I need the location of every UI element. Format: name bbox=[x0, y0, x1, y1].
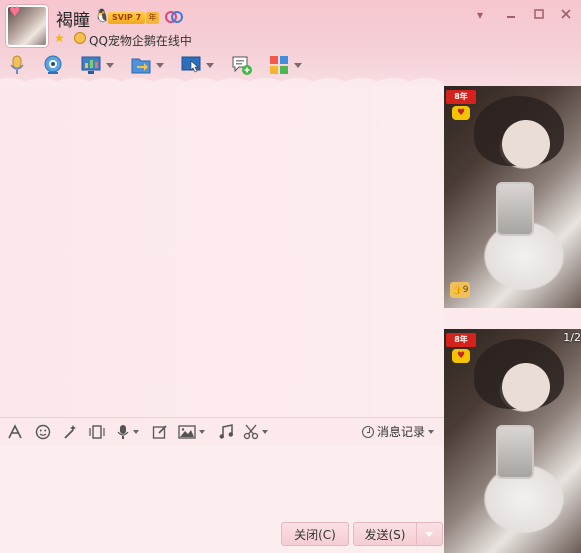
message-history-area[interactable] bbox=[0, 86, 444, 417]
show-photo[interactable]: 8年 ♥ 👍9 bbox=[444, 86, 581, 308]
decorative-clouds bbox=[0, 78, 444, 86]
maximize-icon[interactable] bbox=[531, 8, 547, 22]
magic-button[interactable] bbox=[62, 423, 78, 441]
chevron-down-icon[interactable] bbox=[133, 430, 139, 434]
apps-grid-icon bbox=[270, 56, 288, 74]
image-icon bbox=[178, 425, 196, 439]
screen-cursor-icon bbox=[181, 56, 201, 73]
page-indicator: 1/2 bbox=[563, 331, 581, 344]
photo-face bbox=[502, 363, 550, 411]
font-icon bbox=[8, 424, 22, 439]
couple-link-icon[interactable] bbox=[164, 10, 184, 24]
years-badge: 8年 bbox=[446, 90, 476, 104]
photo-face bbox=[502, 120, 550, 168]
chevron-down-icon[interactable] bbox=[206, 62, 214, 68]
history-label: 消息记录 bbox=[377, 425, 426, 439]
send-options-dropdown[interactable] bbox=[417, 522, 443, 546]
music-button[interactable] bbox=[218, 423, 234, 441]
emoji-button[interactable] bbox=[35, 423, 51, 441]
send-file-button[interactable] bbox=[130, 52, 164, 78]
qq-penguin-icon[interactable]: 🐧 bbox=[94, 9, 110, 25]
year-badge[interactable]: 年 bbox=[146, 12, 159, 24]
remote-desktop-button[interactable] bbox=[80, 52, 114, 78]
chevron-down-icon[interactable] bbox=[199, 430, 205, 434]
message-history-button[interactable]: 消息记录 bbox=[362, 423, 435, 440]
avatar[interactable]: ♥ bbox=[6, 5, 48, 47]
clock-icon bbox=[362, 425, 374, 438]
svip-badge[interactable]: SVIP 7 bbox=[108, 12, 146, 24]
voice-message-button[interactable] bbox=[116, 423, 139, 441]
chevron-down-icon[interactable] bbox=[262, 430, 268, 434]
close-button[interactable]: 关闭(C) bbox=[281, 522, 349, 546]
magic-icon bbox=[64, 425, 76, 439]
dropdown-icon[interactable]: ▾ bbox=[472, 8, 488, 22]
side-show-panel: 8年 ♥ 👍9 8年 ♥ bbox=[444, 86, 581, 553]
chevron-down-icon[interactable] bbox=[156, 62, 164, 68]
heart-icon: ♥ bbox=[9, 5, 21, 20]
title-bar: ♥ 褐瞳 🐧 SVIP 7 年 ★ QQ宠物企鹅在线中 ▾ bbox=[0, 0, 581, 86]
edit-icon bbox=[152, 425, 167, 439]
close-icon[interactable] bbox=[558, 8, 574, 22]
screen-share-button[interactable] bbox=[180, 52, 214, 78]
chevron-down-icon[interactable] bbox=[428, 429, 435, 434]
image-button[interactable] bbox=[178, 423, 205, 441]
heart-badge-icon: ♥ bbox=[452, 106, 470, 120]
thumb-count: 9 bbox=[462, 285, 469, 295]
heart-badge-icon: ♥ bbox=[452, 349, 470, 363]
voice-message-icon bbox=[117, 425, 129, 439]
apps-button[interactable] bbox=[268, 52, 302, 78]
video-call-button[interactable] bbox=[42, 52, 64, 78]
font-button[interactable] bbox=[7, 423, 23, 441]
main-toolbar bbox=[0, 50, 330, 78]
photo-phone bbox=[496, 182, 534, 236]
edit-button[interactable] bbox=[152, 423, 168, 441]
emoji-icon bbox=[35, 424, 51, 440]
photo-phone bbox=[496, 425, 534, 479]
screen-shake-button[interactable] bbox=[88, 423, 106, 441]
chevron-down-icon[interactable] bbox=[294, 62, 302, 68]
monitor-chart-icon bbox=[81, 56, 101, 74]
thumb-up-icon[interactable]: 👍9 bbox=[450, 282, 470, 298]
scissors-icon bbox=[243, 424, 259, 440]
send-button[interactable]: 发送(S) bbox=[353, 522, 417, 546]
pet-status-text[interactable]: QQ宠物企鹅在线中 bbox=[89, 32, 192, 49]
folder-arrow-icon bbox=[131, 58, 151, 74]
voice-call-button[interactable] bbox=[6, 52, 28, 78]
screen-shake-icon bbox=[89, 425, 105, 439]
discussion-group-button[interactable] bbox=[230, 52, 252, 78]
show-photo[interactable]: 8年 ♥ bbox=[444, 329, 581, 553]
pet-penguin-icon[interactable] bbox=[74, 32, 86, 44]
camera-icon bbox=[44, 55, 62, 74]
music-icon bbox=[219, 424, 233, 439]
star-icon[interactable]: ★ bbox=[54, 31, 65, 45]
chevron-down-icon[interactable] bbox=[106, 62, 114, 68]
nickname: 褐瞳 bbox=[56, 11, 90, 31]
chat-add-icon bbox=[232, 56, 252, 75]
microphone-icon bbox=[10, 55, 24, 74]
years-badge: 8年 bbox=[446, 333, 476, 347]
screenshot-button[interactable] bbox=[243, 423, 268, 441]
minimize-icon[interactable] bbox=[503, 8, 519, 22]
